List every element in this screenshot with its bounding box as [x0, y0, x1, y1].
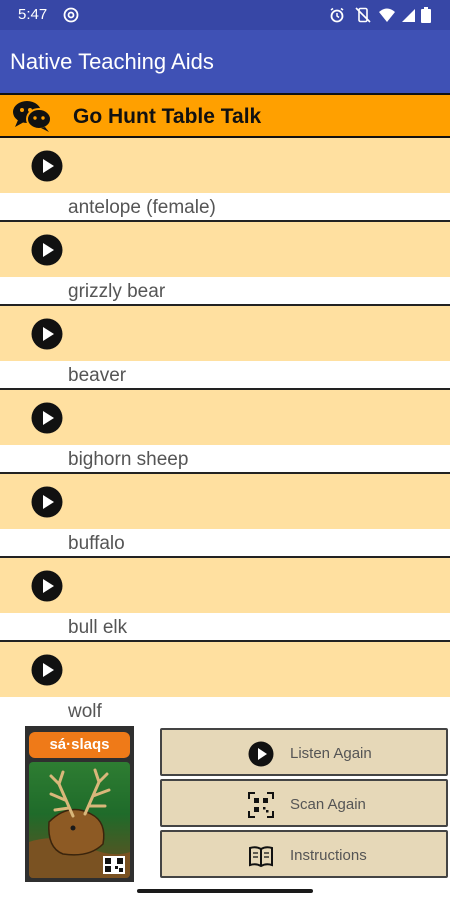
list-item-label: grizzly bear	[68, 281, 166, 302]
list-item-label: wolf	[68, 701, 102, 722]
scanned-card-image: sá·slaqs	[25, 726, 134, 882]
play-icon[interactable]	[31, 234, 63, 266]
list-item-audio-area[interactable]	[0, 138, 450, 193]
card-label: sá·slaqs	[29, 732, 130, 758]
play-icon[interactable]	[31, 150, 63, 182]
chat-bubbles-icon	[13, 101, 52, 132]
elk-illustration	[29, 762, 130, 878]
play-icon[interactable]	[31, 318, 63, 350]
list-item-label: bull elk	[68, 617, 128, 638]
category-title: Go Hunt Table Talk	[73, 105, 262, 128]
play-icon[interactable]	[31, 570, 63, 602]
status-bar: 5:47	[0, 0, 450, 30]
list-item-label: buffalo	[68, 533, 125, 554]
navigation-bar	[0, 886, 450, 900]
wifi-icon	[379, 8, 395, 22]
signal-icon	[402, 9, 415, 22]
list-item[interactable]: bull elk	[0, 558, 450, 642]
listen-again-label: Listen Again	[290, 745, 372, 762]
list-item-audio-area[interactable]	[0, 222, 450, 277]
category-header: Go Hunt Table Talk	[0, 93, 450, 138]
list-item-label: beaver	[68, 365, 127, 386]
bottom-panel: sá·slaqs Listen Again Scan Again Instruc…	[0, 726, 450, 886]
instructions-label: Instructions	[290, 847, 367, 864]
vocabulary-list[interactable]: antelope (female) grizzly bear beaver bi…	[0, 138, 450, 726]
at-sign-icon	[63, 7, 79, 23]
instructions-button[interactable]: Instructions	[160, 830, 448, 878]
battery-icon	[421, 7, 431, 23]
app-title: Native Teaching Aids	[10, 49, 214, 74]
app-screen: 5:47 Native Teaching Aids Go Hunt Table …	[0, 0, 450, 900]
book-icon	[249, 846, 273, 868]
play-icon[interactable]	[31, 654, 63, 686]
list-item-label: antelope (female)	[68, 197, 216, 218]
scan-again-label: Scan Again	[290, 796, 366, 813]
home-gesture-handle[interactable]	[137, 889, 313, 893]
listen-again-button[interactable]: Listen Again	[160, 728, 448, 776]
alarm-icon	[330, 7, 344, 23]
list-item-audio-area[interactable]	[0, 306, 450, 361]
scan-again-button[interactable]: Scan Again	[160, 779, 448, 827]
list-item[interactable]: grizzly bear	[0, 222, 450, 306]
list-item[interactable]: bighorn sheep	[0, 390, 450, 474]
vibrate-off-icon	[355, 7, 371, 23]
qr-scan-icon	[248, 792, 274, 818]
list-item-label: bighorn sheep	[68, 449, 189, 470]
play-icon[interactable]	[31, 486, 63, 518]
app-bar: Native Teaching Aids	[0, 30, 450, 93]
list-item-audio-area[interactable]	[0, 642, 450, 697]
list-item[interactable]: antelope (female)	[0, 138, 450, 222]
list-item-audio-area[interactable]	[0, 474, 450, 529]
list-item[interactable]: wolf	[0, 642, 450, 726]
list-item[interactable]: beaver	[0, 306, 450, 390]
status-time: 5:47	[18, 6, 48, 23]
list-item-audio-area[interactable]	[0, 558, 450, 613]
list-item-audio-area[interactable]	[0, 390, 450, 445]
list-item[interactable]: buffalo	[0, 474, 450, 558]
play-icon[interactable]	[31, 402, 63, 434]
play-icon	[248, 741, 274, 767]
